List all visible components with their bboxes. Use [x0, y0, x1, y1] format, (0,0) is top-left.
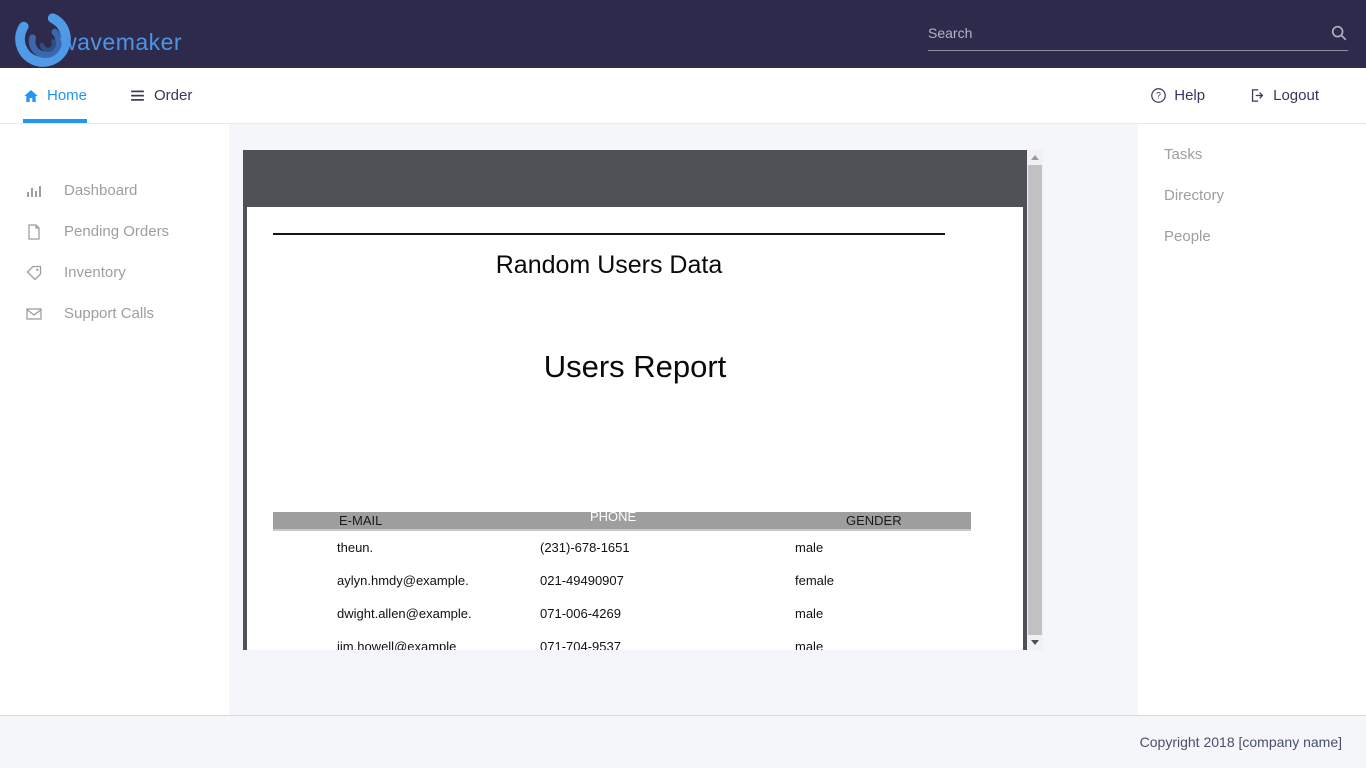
- sidebar-item-pending-orders[interactable]: Pending Orders: [0, 211, 229, 252]
- app-footer: Copyright 2018 [company name]: [0, 716, 1366, 768]
- table-row: theun. (231)-678-1651 male: [273, 531, 971, 564]
- envelope-icon: [26, 306, 42, 322]
- left-sidebar: Dashboard Pending Orders Inventory Suppo…: [0, 124, 229, 715]
- help-label: Help: [1174, 87, 1205, 104]
- list-icon: [129, 87, 146, 104]
- help-button[interactable]: ? Help: [1150, 87, 1205, 104]
- brand-name: wavemaker: [60, 29, 182, 56]
- cell-email: aylyn.hmdy@example.: [273, 564, 540, 597]
- sidebar-item-support-calls[interactable]: Support Calls: [0, 293, 229, 334]
- right-sidebar: Tasks Directory People: [1138, 124, 1366, 715]
- table-row: aylyn.hmdy@example. 021-49490907 female: [273, 564, 971, 597]
- pdf-page: Random Users Data Users Report E-MAIL PH…: [247, 207, 1023, 650]
- sidebar-item-label: Inventory: [64, 264, 126, 281]
- cell-gender: male: [795, 630, 971, 650]
- tag-icon: [26, 265, 42, 281]
- logout-icon: [1249, 87, 1266, 104]
- arrow-up-icon: [1031, 155, 1039, 160]
- file-icon: [26, 224, 42, 240]
- column-header-gender: GENDER: [795, 513, 971, 528]
- cell-phone: 071-006-4269: [540, 597, 795, 630]
- cell-gender: male: [795, 597, 971, 630]
- sidebar-item-dashboard[interactable]: Dashboard: [0, 170, 229, 211]
- tab-order[interactable]: Order: [129, 68, 192, 123]
- table-header-row: E-MAIL PHONE GENDER: [273, 512, 971, 531]
- cell-email: jim.howell@example: [273, 630, 540, 650]
- tab-home[interactable]: Home: [23, 68, 87, 123]
- brand[interactable]: wavemaker: [14, 0, 182, 68]
- cell-email: dwight.allen@example.: [273, 597, 540, 630]
- document-title: Random Users Data: [273, 251, 945, 280]
- table-row: dwight.allen@example. 071-006-4269 male: [273, 597, 971, 630]
- logout-button[interactable]: Logout: [1249, 87, 1319, 104]
- sidebar-item-inventory[interactable]: Inventory: [0, 252, 229, 293]
- sidebar-item-people[interactable]: People: [1138, 216, 1366, 257]
- cell-email: theun.: [273, 531, 540, 564]
- sidebar-item-label: Dashboard: [64, 182, 137, 199]
- sidebar-item-tasks[interactable]: Tasks: [1138, 134, 1366, 175]
- table-row: jim.howell@example 071-704-9537 male: [273, 630, 971, 650]
- search-box: [928, 18, 1348, 51]
- scrollbar-thumb[interactable]: [1028, 165, 1042, 635]
- cell-phone: 071-704-9537: [540, 630, 795, 650]
- bar-chart-icon: [26, 183, 42, 199]
- sidebar-item-label: Pending Orders: [64, 223, 169, 240]
- cell-phone: (231)-678-1651: [540, 531, 795, 564]
- top-nav: Home Order ? Help Logout: [0, 68, 1366, 124]
- pdf-viewer: Random Users Data Users Report E-MAIL PH…: [243, 150, 1043, 650]
- help-icon: ?: [1150, 87, 1167, 104]
- content-area: Dashboard Pending Orders Inventory Suppo…: [0, 124, 1366, 716]
- svg-text:?: ?: [1156, 91, 1161, 101]
- logout-label: Logout: [1273, 87, 1319, 104]
- tab-order-label: Order: [154, 87, 192, 104]
- users-table: E-MAIL PHONE GENDER theun. (231)-678-165…: [273, 512, 971, 650]
- sidebar-item-label: Support Calls: [64, 305, 154, 322]
- cell-gender: female: [795, 564, 971, 597]
- document-subtitle: Users Report: [247, 349, 1023, 385]
- column-header-phone: PHONE: [540, 509, 795, 524]
- main-panel: Random Users Data Users Report E-MAIL PH…: [229, 124, 1138, 715]
- arrow-down-icon: [1031, 640, 1039, 645]
- pdf-scrollbar[interactable]: [1027, 150, 1043, 650]
- scroll-down-button[interactable]: [1027, 635, 1043, 650]
- scroll-up-button[interactable]: [1027, 150, 1043, 165]
- search-input[interactable]: [928, 18, 1322, 48]
- pdf-canvas: Random Users Data Users Report E-MAIL PH…: [243, 150, 1027, 650]
- search-underline: [928, 50, 1348, 51]
- search-icon[interactable]: [1330, 24, 1348, 42]
- cell-phone: 021-49490907: [540, 564, 795, 597]
- sidebar-item-directory[interactable]: Directory: [1138, 175, 1366, 216]
- copyright-text: Copyright 2018 [company name]: [1140, 734, 1342, 750]
- home-icon: [23, 88, 39, 104]
- tab-home-label: Home: [47, 87, 87, 104]
- cell-gender: male: [795, 531, 971, 564]
- document-rule: [273, 233, 945, 235]
- column-header-email: E-MAIL: [273, 513, 540, 528]
- app-header: wavemaker: [0, 0, 1366, 68]
